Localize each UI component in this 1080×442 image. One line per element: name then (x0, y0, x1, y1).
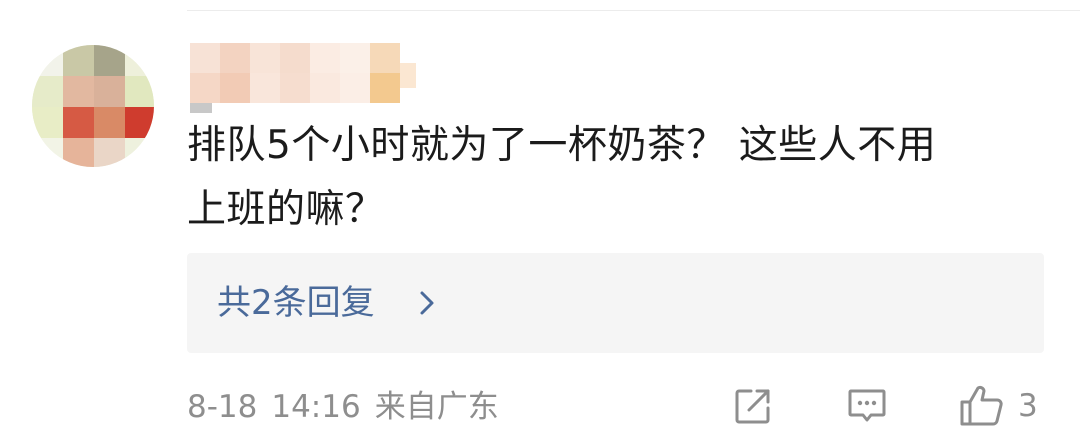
like-button[interactable]: 3 (958, 384, 1038, 428)
view-replies-button[interactable]: 共2条回复 (187, 253, 1044, 353)
username[interactable] (190, 43, 416, 113)
comment-text: 排队5个小时就为了一杯奶茶？ 这些人不用 上班的嘛？ (187, 114, 1047, 242)
share-button[interactable] (733, 384, 773, 428)
comment-icon (846, 385, 888, 427)
like-count: 3 (1018, 388, 1038, 424)
thumbs-up-icon (958, 384, 1004, 428)
reply-button[interactable] (846, 384, 888, 428)
avatar[interactable] (32, 45, 154, 167)
comment-card: 排队5个小时就为了一杯奶茶？ 这些人不用 上班的嘛？ 共2条回复 8-18 14:… (0, 0, 1080, 442)
comment-time: 14:16 (271, 389, 361, 425)
chevron-right-icon (416, 290, 438, 316)
comment-meta: 8-18 14:16 来自广东 (187, 387, 513, 427)
share-icon (733, 386, 773, 426)
top-divider (187, 10, 1080, 11)
comment-location: 来自广东 (374, 389, 499, 425)
comment-text-line1: 排队5个小时就为了一杯奶茶？ 这些人不用 (187, 123, 937, 168)
replies-count-label: 共2条回复 (217, 283, 375, 323)
comment-text-line2: 上班的嘛？ (187, 187, 385, 232)
comment-date: 8-18 (187, 389, 258, 425)
